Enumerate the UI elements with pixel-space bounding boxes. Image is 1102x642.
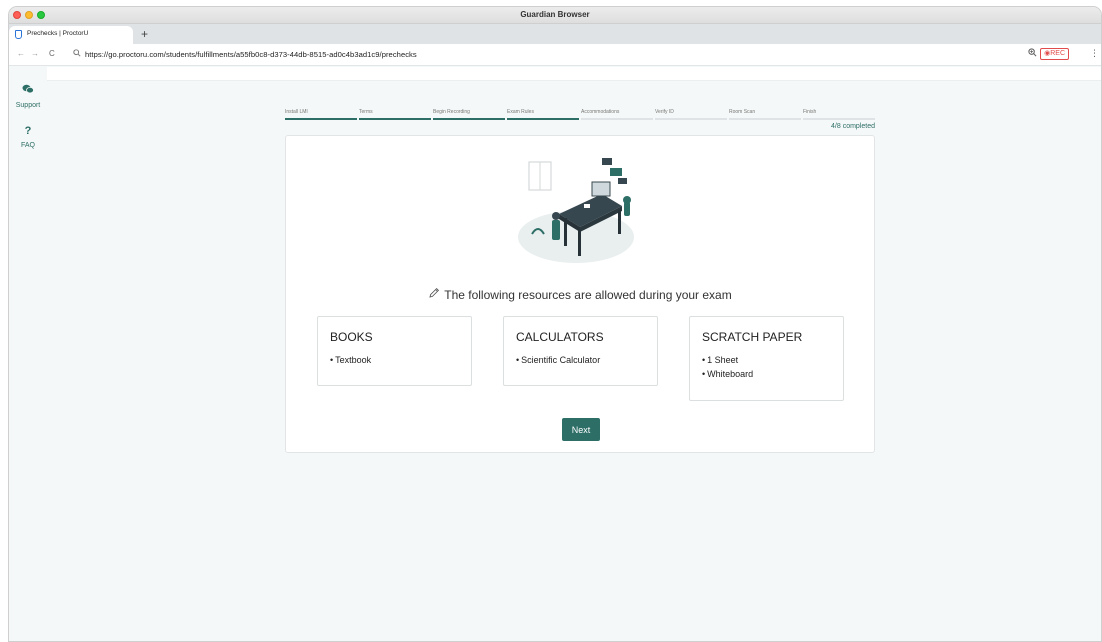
step-label: Verify ID xyxy=(655,109,674,115)
navigation-bar: ← → C https://go.proctoru.com/students/f… xyxy=(9,44,1101,66)
sidebar-item-faq[interactable]: ? FAQ xyxy=(9,121,47,149)
step-progress-bar xyxy=(581,118,653,120)
sidebar-item-label: FAQ xyxy=(20,142,35,149)
step-progress-bar xyxy=(359,118,431,120)
resource-list: 1 Sheet Whiteboard xyxy=(702,353,753,381)
top-strip xyxy=(47,67,1101,81)
step-progress-bar xyxy=(433,118,505,120)
tab-title: Prechecks | ProctorU xyxy=(27,30,89,37)
resource-list: Scientific Calculator xyxy=(516,353,600,367)
address-bar[interactable]: https://go.proctoru.com/students/fulfill… xyxy=(85,50,417,59)
resource-title: BOOKS xyxy=(330,330,373,344)
reload-icon[interactable]: C xyxy=(49,49,55,58)
step-progress-bar xyxy=(507,118,579,120)
pencil-icon xyxy=(428,287,440,302)
zoom-icon[interactable] xyxy=(1028,48,1037,59)
sidebar-item-support[interactable]: Support xyxy=(9,81,47,109)
step-progress-bar xyxy=(729,118,801,120)
title-bar: Guardian Browser xyxy=(9,7,1101,24)
rec-label: REC xyxy=(1050,50,1065,57)
list-item: Whiteboard xyxy=(702,367,753,381)
step-progress-bar xyxy=(655,118,727,120)
proctoru-favicon-icon xyxy=(15,30,22,39)
resource-card-calculators: CALCULATORS Scientific Calculator xyxy=(503,316,658,386)
sidebar: Support ? FAQ xyxy=(9,67,47,641)
resource-card-scratch-paper: SCRATCH PAPER 1 Sheet Whiteboard xyxy=(689,316,844,401)
chat-bubbles-icon xyxy=(22,81,34,98)
tab-bar: Prechecks | ProctorU + xyxy=(9,24,1101,44)
step-install-lmi: Install LMI xyxy=(285,109,357,120)
step-label: Finish xyxy=(803,109,817,115)
step-label: Accommodations xyxy=(581,109,620,115)
resource-card-books: BOOKS Textbook xyxy=(317,316,472,386)
list-item: 1 Sheet xyxy=(702,353,753,367)
next-button[interactable]: Next xyxy=(562,418,600,441)
progress-text: 4/8 completed xyxy=(831,123,875,130)
resources-heading: The following resources are allowed duri… xyxy=(286,287,874,302)
new-tab-button[interactable]: + xyxy=(141,27,148,41)
back-arrow-icon[interactable]: ← xyxy=(17,49,25,58)
resource-title: SCRATCH PAPER xyxy=(702,330,803,344)
step-terms: Terms xyxy=(359,109,431,120)
step-label: Terms xyxy=(359,109,373,115)
forward-arrow-icon[interactable]: → xyxy=(31,49,39,58)
window-title: Guardian Browser xyxy=(520,10,590,19)
step-begin-recording: Begin Recording xyxy=(433,109,505,120)
tab-prechecks[interactable]: Prechecks | ProctorU xyxy=(9,26,133,44)
sidebar-item-label: Support xyxy=(15,102,41,109)
step-exam-rules: Exam Rules xyxy=(507,109,579,120)
step-finish: Finish xyxy=(803,109,875,120)
step-label: Room Scan xyxy=(729,109,756,115)
step-progress-bar xyxy=(803,118,875,120)
question-mark-icon: ? xyxy=(24,125,32,137)
resource-title: CALCULATORS xyxy=(516,330,604,344)
recording-indicator: ◉REC xyxy=(1040,48,1069,60)
step-label: Exam Rules xyxy=(507,109,534,115)
step-progress-bar xyxy=(285,118,357,120)
heading-text: The following resources are allowed duri… xyxy=(444,288,732,302)
list-item: Textbook xyxy=(330,353,371,367)
more-menu-icon[interactable]: ⋮ xyxy=(1090,48,1099,59)
resources-card: The following resources are allowed duri… xyxy=(285,135,875,453)
search-icon xyxy=(73,49,81,59)
step-room-scan: Room Scan xyxy=(729,109,801,120)
resource-list: Textbook xyxy=(330,353,371,367)
step-verify-id: Verify ID xyxy=(655,109,727,120)
list-item: Scientific Calculator xyxy=(516,353,600,367)
step-accommodations: Accommodations xyxy=(581,109,653,120)
step-label: Begin Recording xyxy=(433,109,470,115)
step-label: Install LMI xyxy=(285,109,308,115)
desk-illustration xyxy=(514,152,644,272)
page-content: Support ? FAQ Install LMI Terms Begin Re… xyxy=(9,67,1101,641)
browser-window: Guardian Browser Prechecks | ProctorU + … xyxy=(8,6,1102,642)
